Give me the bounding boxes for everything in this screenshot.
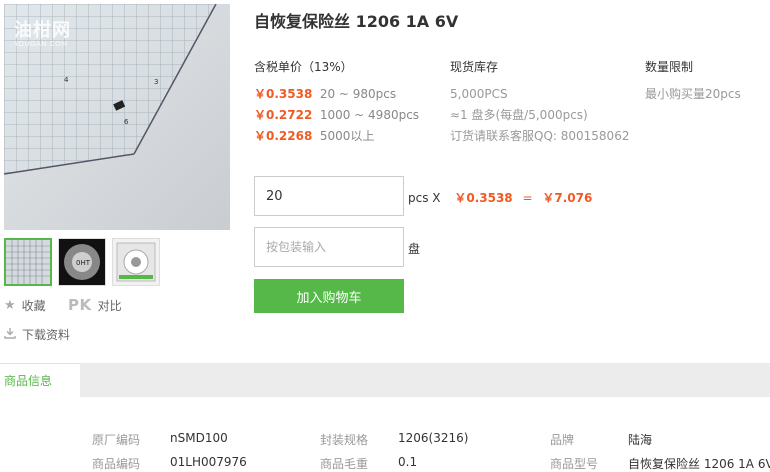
price-tier: ￥0.2268 5000以上 [254, 129, 375, 143]
stock-reels: ≈1 盘多(每盘/5,000pcs) [450, 108, 588, 122]
compare-label: 对比 [97, 298, 122, 313]
favorite-button[interactable]: ★ 收藏 [4, 297, 46, 314]
info-value: 01LH007976 [170, 455, 247, 469]
limit-header: 数量限制 [645, 60, 694, 74]
thumb-reel-photo[interactable]: 0HT [58, 238, 106, 286]
product-title: 自恢复保险丝 1206 1A 6V [254, 12, 459, 31]
price-tier: ￥0.3538 20 ~ 980pcs [254, 87, 397, 101]
svg-text:4: 4 [64, 76, 69, 84]
watermark-logo: 油柑网 YOUGAN.COM [14, 20, 71, 48]
price-calculation: pcs X ￥0.3538 = ￥7.076 [408, 189, 592, 206]
stock-quantity: 5,000PCS [450, 87, 508, 101]
info-label: 商品型号 [550, 457, 599, 471]
main-product-image: 6 4 3 油柑网 YOUGAN.COM [4, 4, 230, 230]
compare-button[interactable]: PK 对比 [68, 296, 122, 314]
stock-contact: 订货请联系客服QQ: 800158062 [450, 129, 630, 143]
stock-header: 现货库存 [450, 60, 499, 74]
info-value: 自恢复保险丝 1206 1A 6V [628, 457, 770, 471]
tab-bar: 商品信息 [0, 363, 770, 397]
download-icon [4, 327, 16, 343]
pk-icon: PK [68, 296, 92, 314]
info-value: 陆海 [628, 433, 653, 447]
price-tiers: 含税单价（13%） ￥0.3538 20 ~ 980pcs ￥0.2722 10… [254, 58, 419, 147]
info-value: nSMD100 [170, 431, 228, 445]
quantity-input[interactable] [254, 176, 404, 216]
pack-quantity-input[interactable] [254, 227, 404, 267]
quantity-limit: 数量限制 最小购买量20pcs [645, 58, 741, 105]
download-button[interactable]: 下载资料 [4, 326, 70, 343]
info-label: 商品毛重 [320, 457, 369, 471]
qty-unit: pcs X [408, 191, 441, 205]
star-icon: ★ [4, 298, 16, 313]
unit-price: ￥0.3538 [454, 191, 513, 205]
thumb-ruler-photo[interactable] [4, 238, 52, 286]
price-header: 含税单价（13%） [254, 60, 353, 74]
reel-label-text: 0HT [76, 259, 91, 267]
tab-product-info[interactable]: 商品信息 [0, 363, 80, 397]
info-label: 商品编码 [92, 457, 141, 471]
info-value: 0.1 [398, 455, 418, 469]
svg-text:6: 6 [124, 118, 129, 126]
thumb-package-photo[interactable] [112, 238, 160, 286]
add-to-cart-button[interactable]: 加入购物车 [254, 279, 404, 313]
stock-info: 现货库存 5,000PCS ≈1 盘多(每盘/5,000pcs) 订货请联系客服… [450, 58, 629, 147]
info-label: 原厂编码 [92, 433, 141, 447]
total-price: ￥7.076 [542, 191, 593, 205]
limit-min: 最小购买量20pcs [645, 87, 741, 101]
equals-sign: = [522, 191, 533, 205]
info-label: 封装规格 [320, 433, 369, 447]
favorite-label: 收藏 [21, 299, 46, 313]
info-value: 1206(3216) [398, 431, 469, 445]
info-label: 品牌 [550, 433, 575, 447]
pack-unit: 盘 [408, 242, 421, 256]
svg-text:3: 3 [154, 78, 158, 86]
price-tier: ￥0.2722 1000 ~ 4980pcs [254, 108, 420, 122]
download-label: 下载资料 [22, 328, 71, 342]
